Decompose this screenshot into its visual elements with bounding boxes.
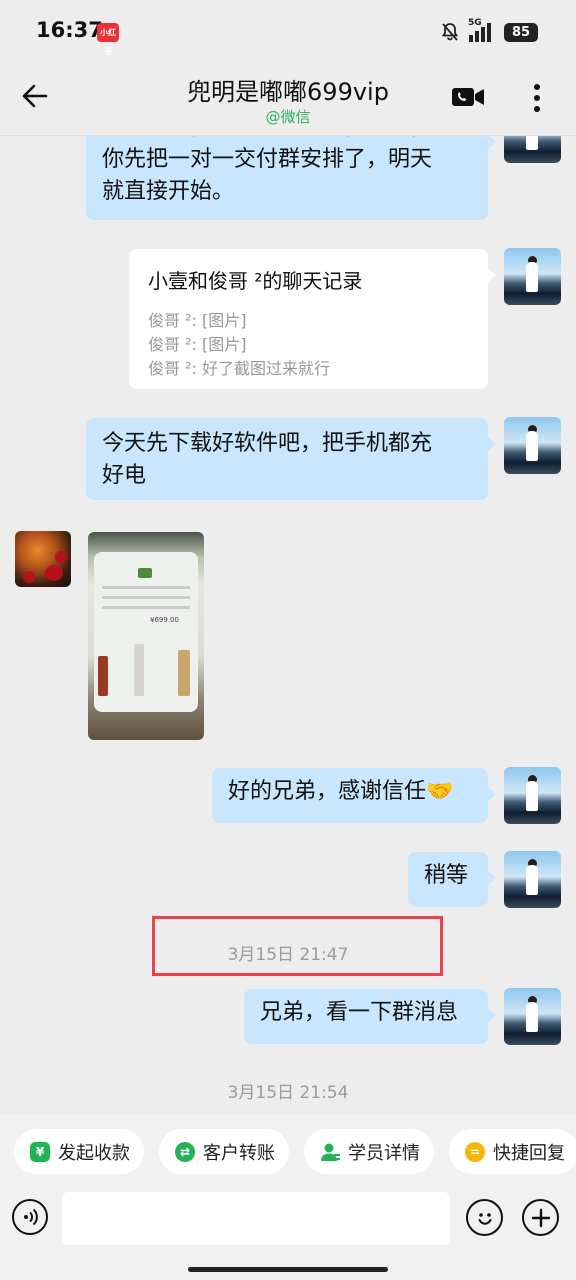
emoji-button[interactable] [466,1199,503,1236]
screenshot-phone: ¥699.00 [94,552,198,712]
transfer-icon: ⇄ [175,1141,195,1162]
message-timestamp: 3月15日 21:47 [227,945,349,965]
quick-action-collect-payment[interactable]: ¥ 发起收款 [14,1129,144,1174]
contact-avatar[interactable] [15,531,71,587]
self-avatar[interactable] [504,248,561,305]
emoji-icon [478,1212,491,1225]
video-call-button[interactable] [448,82,488,112]
signal-icon: 5G [468,18,496,43]
image-message[interactable]: ¥699.00 [88,532,204,740]
quick-action-bar: ¥ 发起收款 ⇄ 客户转账 学员详情 = 快捷回复 [0,1114,576,1190]
message-text-line: 你先把一对一交付群安排了，明天 [102,147,433,172]
message-input[interactable] [62,1192,450,1245]
self-avatar[interactable] [504,417,561,474]
chat-subtitle: @微信 [265,108,311,126]
message-bubble[interactable]: 今天先下载好软件吧，把手机都充 好电 [86,418,496,500]
chat-record-card[interactable]: 小壹和俊哥 ²的聊天记录 俊哥 ²: [图片] 俊哥 ²: [图片] 俊哥 ²:… [129,249,496,389]
message-timestamp: 3月15日 21:54 [227,1083,349,1103]
self-avatar[interactable] [504,851,561,908]
chat-record-line: 俊哥 ²: 好了截图过来就行 [148,359,330,378]
status-indicators: 5G 85 [440,18,538,44]
more-options-button[interactable] [522,80,552,116]
message-bubble[interactable]: 稍等 [408,852,496,907]
quick-action-label: 快捷回复 [493,1142,565,1164]
self-avatar[interactable] [504,767,561,824]
message-bubble[interactable]: 好的兄弟，那就没问题了，来吧，给 你先把一对一交付群安排了，明天 就直接开始。 [86,136,496,220]
message-text-line: 稍等 [424,863,469,888]
voice-icon [24,1208,38,1226]
message-text-line: 今天先下载好软件吧，把手机都充 [102,431,433,456]
chat-title: 兜明是嘟嘟699vip [187,78,389,106]
home-indicator[interactable] [188,1267,388,1272]
chat-record-line: 俊哥 ²: [图片] [148,311,247,330]
quick-action-label: 发起收款 [58,1142,130,1164]
status-time: 16:37 [36,18,103,42]
user-icon [320,1142,340,1162]
quick-action-label: 学员详情 [348,1142,420,1164]
quick-action-customer-transfer[interactable]: ⇄ 客户转账 [159,1129,289,1174]
more-functions-button[interactable] [522,1199,559,1236]
app-notification-badge: 小红书 [97,23,119,56]
message-text-line: 好的兄弟，感谢信任🤝 [228,779,454,804]
more-vertical-icon [534,84,540,112]
chat-record-line: 俊哥 ²: [图片] [148,335,247,354]
network-type-label: 5G [468,18,482,28]
quick-reply-icon: = [465,1141,485,1162]
chat-messages[interactable]: 好的兄弟，那就没问题了，来吧，给 你先把一对一交付群安排了，明天 就直接开始。 … [0,136,576,1114]
message-bubble[interactable]: 好的兄弟，感谢信任🤝 [212,768,496,823]
quick-action-quick-reply[interactable]: = 快捷回复 [449,1129,576,1174]
chat-header: 兜明是嘟嘟699vip @微信 [0,62,576,136]
status-bar: 16:37 小红书 5G 85 [0,0,576,62]
bell-muted-icon [440,22,460,42]
battery-indicator: 85 [504,22,538,42]
input-bar [0,1190,576,1280]
message-bubble[interactable]: 兄弟，看一下群消息 [244,989,496,1044]
video-call-icon [452,88,484,106]
plus-icon [531,1208,550,1227]
yuan-icon: ¥ [30,1141,50,1162]
payment-amount: ¥699.00 [150,616,179,624]
chat-record-title: 小壹和俊哥 ²的聊天记录 [148,269,363,293]
quick-action-label: 客户转账 [203,1142,275,1164]
self-avatar[interactable] [504,988,561,1045]
message-text-line: 好的兄弟，那就没问题了，来吧，给 [102,136,472,144]
message-text-line: 就直接开始。 [102,179,235,204]
self-avatar[interactable] [504,136,561,163]
message-text-line: 兄弟，看一下群消息 [260,1000,459,1025]
quick-action-student-details[interactable]: 学员详情 [304,1129,434,1174]
message-text-line: 好电 [102,463,147,488]
voice-input-button[interactable] [12,1199,48,1235]
